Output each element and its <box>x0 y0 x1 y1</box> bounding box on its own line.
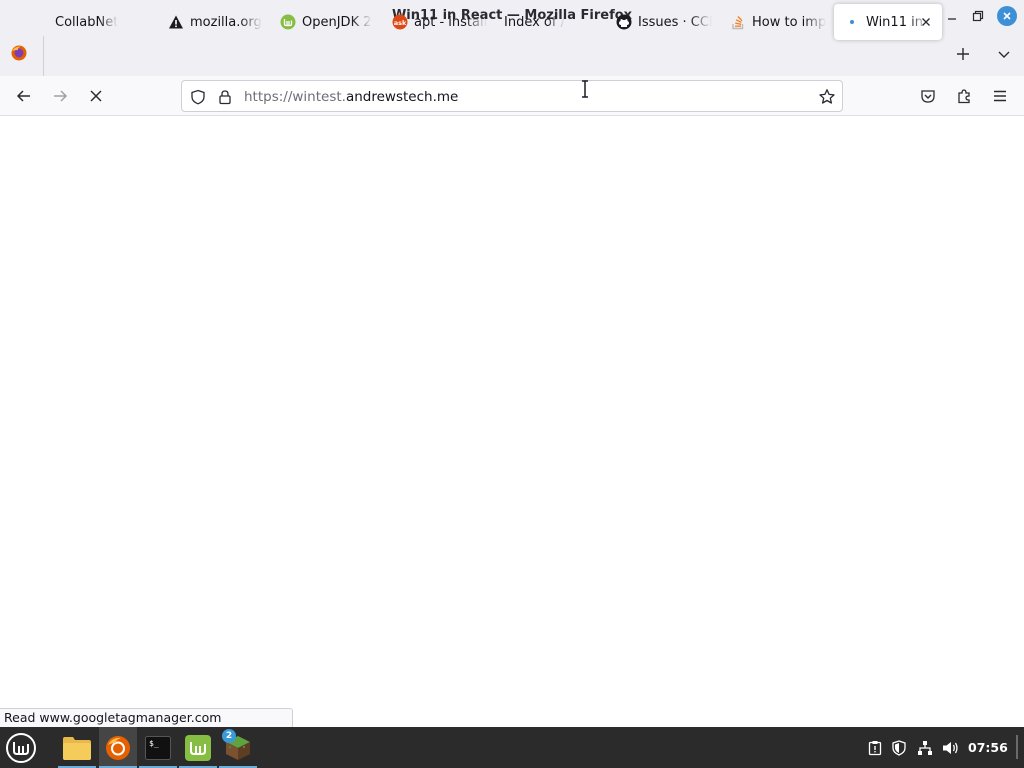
stop-loading-button[interactable] <box>86 86 106 106</box>
close-icon <box>922 18 930 26</box>
chevron-down-icon <box>998 51 1010 58</box>
restore-icon <box>972 10 984 22</box>
svg-text:ask: ask <box>394 19 407 27</box>
tab-label: apt - install <box>414 14 488 30</box>
arrow-right-icon <box>54 90 68 102</box>
tab-how-to[interactable]: How to imp <box>720 4 826 40</box>
navigation-toolbar: https://wintest.andrewstech.me <box>0 76 1024 116</box>
taskbar-firefox[interactable] <box>99 727 137 768</box>
close-tab-button[interactable] <box>918 14 934 30</box>
askubuntu-icon: ask <box>392 14 408 30</box>
linux-mint-icon <box>185 734 211 761</box>
github-icon <box>616 14 632 30</box>
url-bar[interactable]: https://wintest.andrewstech.me <box>181 80 843 112</box>
pocket-icon <box>921 90 935 103</box>
forward-button[interactable] <box>50 86 70 106</box>
tab-label: CollabNet <box>55 14 119 30</box>
tab-label: mozilla.org <box>190 14 262 30</box>
svg-text:$_: $_ <box>149 739 159 748</box>
linux-mint-icon <box>280 14 296 30</box>
text-cursor-icon <box>582 80 588 98</box>
page-content[interactable] <box>0 117 1024 727</box>
terminal-icon: $_ <box>145 735 171 760</box>
puzzle-icon <box>958 89 970 104</box>
volume-tray-icon[interactable] <box>942 739 960 757</box>
taskbar-files[interactable] <box>58 727 96 768</box>
maximize-button[interactable] <box>969 7 987 25</box>
tab-win11-react[interactable]: Win11 in React <box>834 4 942 40</box>
url-prefix: https://wintest. <box>244 89 346 105</box>
tab-label: Issues · CCB <box>638 14 712 30</box>
linux-mint-menu-icon <box>6 732 36 763</box>
start-menu-button[interactable] <box>2 727 40 768</box>
url-text[interactable]: https://wintest.andrewstech.me <box>244 89 458 105</box>
tab-issues[interactable]: Issues · CCB <box>606 4 712 40</box>
pocket-button[interactable] <box>918 86 938 106</box>
tab-index-of[interactable]: Index of / <box>494 4 598 40</box>
stackoverflow-icon <box>730 14 746 30</box>
tracking-protection-icon[interactable] <box>189 88 207 106</box>
taskbar-clock[interactable]: 07:56 <box>968 740 1008 755</box>
hamburger-menu-icon <box>994 90 1006 102</box>
taskbar-mint-app[interactable] <box>179 727 217 768</box>
network-tray-icon[interactable] <box>916 739 934 757</box>
lock-icon[interactable] <box>216 88 234 106</box>
close-window-button[interactable] <box>997 6 1017 26</box>
arrow-left-icon <box>16 90 30 102</box>
url-domain: andrewstech.me <box>345 89 459 105</box>
taskbar-terminal[interactable]: $_ <box>139 727 177 768</box>
firefox-icon <box>11 45 27 61</box>
firefox-view-button[interactable] <box>10 44 28 62</box>
tab-label: OpenJDK 2 <box>302 14 372 30</box>
window-count-badge: 2 <box>222 729 236 743</box>
minimize-icon <box>948 18 956 20</box>
new-tab-button[interactable] <box>953 44 973 64</box>
stop-icon <box>90 90 102 102</box>
bookmark-star-icon[interactable] <box>818 88 836 106</box>
status-panel: Read www.googletagmanager.com <box>0 708 293 727</box>
tab-separator <box>43 36 44 76</box>
tab-apt-install[interactable]: ask apt - install <box>382 4 490 40</box>
tab-collabnet[interactable]: CollabNet <box>45 4 155 40</box>
close-icon <box>1003 12 1011 20</box>
warning-icon <box>168 14 184 30</box>
back-button[interactable] <box>14 86 34 106</box>
shield-tray-icon[interactable] <box>890 739 908 757</box>
clipboard-tray-icon[interactable] <box>866 739 884 757</box>
firefox-icon <box>106 735 130 760</box>
tab-mozilla[interactable]: mozilla.org <box>158 4 266 40</box>
plus-icon <box>957 48 969 60</box>
minimize-button[interactable] <box>943 7 961 25</box>
app-menu-button[interactable] <box>990 86 1010 106</box>
tab-label: How to imp <box>752 14 826 30</box>
extensions-button[interactable] <box>954 86 974 106</box>
loading-dot-icon <box>844 14 860 30</box>
show-desktop-divider[interactable] <box>1016 735 1018 759</box>
tab-openjdk[interactable]: OpenJDK 2 <box>270 4 376 40</box>
list-all-tabs-button[interactable] <box>994 44 1014 64</box>
tab-label: Index of / <box>504 14 565 30</box>
folder-icon <box>63 736 91 760</box>
